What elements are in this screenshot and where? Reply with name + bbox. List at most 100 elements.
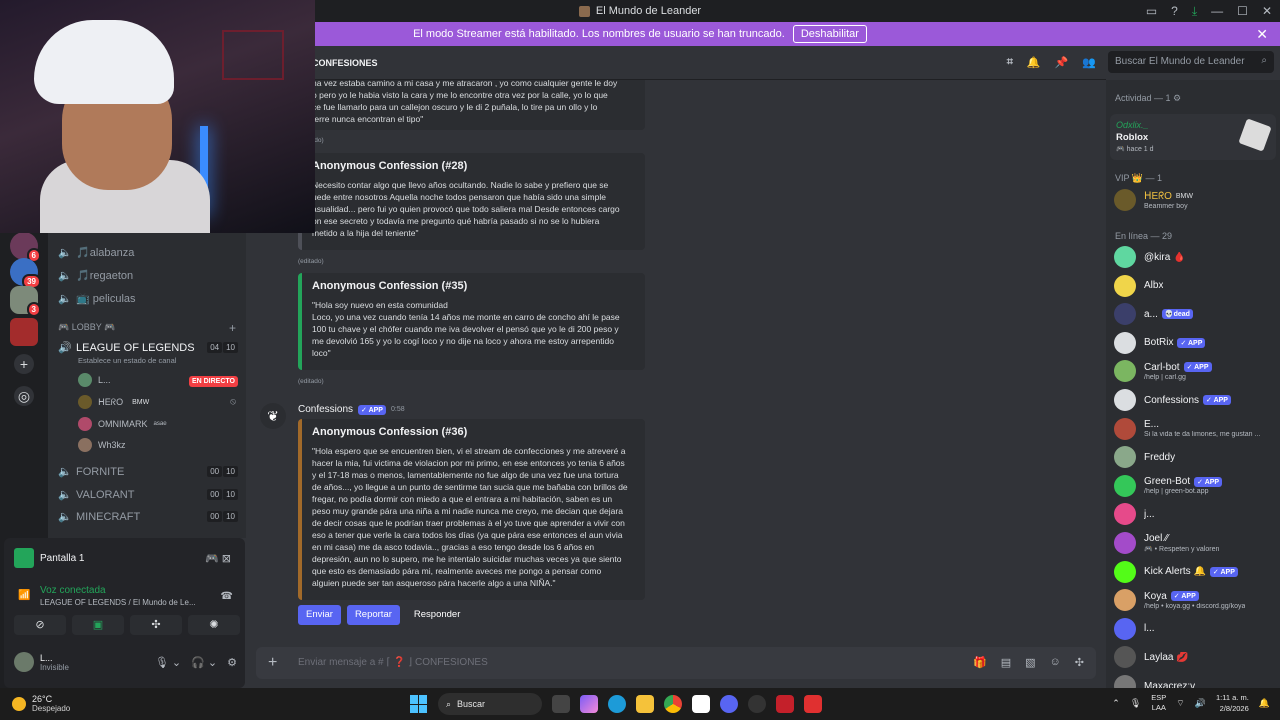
inbox-icon[interactable]: ▭ [1146, 4, 1157, 18]
weather-widget[interactable]: 26°C Despejado [12, 694, 70, 713]
volume-icon[interactable]: 🔊 [1195, 698, 1206, 709]
file-explorer-icon[interactable] [636, 695, 654, 713]
emoji-icon[interactable]: ☺ [1050, 656, 1061, 669]
discord-taskbar-icon[interactable] [720, 695, 738, 713]
member-item[interactable]: Kick Alerts 🔔 ✓ APP [1114, 560, 1276, 583]
channel-minecraft[interactable]: 🔈 MINECRAFT [58, 510, 140, 524]
member-item[interactable]: Koya ✓ APP/help • koya.gg • discord.gg/ko… [1114, 589, 1276, 612]
clock[interactable]: 1:11 a. m. 2/8/2026 [1216, 692, 1249, 714]
member-name: Freddy [1144, 451, 1176, 463]
help-icon[interactable]: ? [1171, 4, 1178, 18]
member-name: ᕼEᖇO [1144, 190, 1172, 202]
search-input[interactable]: Buscar El Mundo de Leander ⌕ [1108, 51, 1274, 73]
member-item[interactable]: Carl-bot ✓ APP/help | carl.gg [1114, 360, 1276, 383]
reply-button[interactable]: Responder [406, 605, 468, 625]
member-list-icon[interactable]: 👥 [1082, 56, 1096, 69]
add-server-icon[interactable]: + [14, 354, 34, 374]
add-attachment-icon[interactable]: + [268, 654, 277, 672]
channel-title: CONFESIONES [312, 57, 378, 68]
channel-alabanza[interactable]: 🔈 🎵alabanza [58, 246, 134, 259]
add-channel-icon[interactable]: + [229, 321, 236, 335]
server-icon-4[interactable] [10, 318, 38, 346]
app-icon[interactable] [776, 695, 794, 713]
channel-valorant[interactable]: 🔈 VALORANT [58, 488, 134, 502]
voice-user[interactable]: ᕼEᖇO BMW [78, 395, 152, 409]
voice-connected-label[interactable]: Voz conectada [40, 585, 106, 596]
headset-icon[interactable]: 🎧 ⌄ [191, 656, 217, 669]
member-item[interactable]: Confessions ✓ APP [1114, 389, 1276, 411]
server-icon-1[interactable]: 6 [10, 232, 41, 263]
edge-icon[interactable] [608, 695, 626, 713]
taskbar-search[interactable]: ⌕ Buscar [438, 693, 542, 715]
channel-league-of-legends[interactable]: 🔊 LEAGUE OF LEGENDS [58, 341, 195, 355]
channel-peliculas[interactable]: 🔈 📺 peliculas [58, 292, 136, 305]
member-item[interactable]: BotRix ✓ APP [1114, 331, 1276, 354]
member-item[interactable]: l... [1114, 617, 1276, 640]
notification-icon[interactable]: 🔔 [1259, 698, 1270, 709]
tray-chevron-icon[interactable]: ⌃ [1112, 698, 1120, 709]
disconnect-icon[interactable]: ☎ [221, 591, 233, 602]
channel-status-hint[interactable]: Establece un estado de canal [78, 356, 176, 365]
author-name[interactable]: Confessions [298, 404, 353, 415]
user-area[interactable]: L... Invisible [14, 652, 69, 672]
member-info: Carl-bot ✓ APP/help | carl.gg [1144, 362, 1212, 381]
channel-fornite[interactable]: 🔈 FORNITE [58, 465, 124, 479]
member-item[interactable]: ᕼEᖇO BMW Beammer boy [1114, 189, 1276, 211]
member-item[interactable]: a... 💀dead [1114, 303, 1276, 326]
screen-share-preview[interactable]: Pantalla 1 [14, 548, 84, 568]
mic-icon[interactable]: 🎙 ⌄ [155, 656, 181, 669]
member-item[interactable]: Laylaa 💋 [1114, 646, 1276, 669]
soundboard-button[interactable]: ✺ [188, 615, 240, 635]
bot-avatar[interactable]: ❦ [260, 403, 286, 429]
banner-close-icon[interactable]: ✕ [1256, 26, 1268, 43]
chrome-icon[interactable] [664, 695, 682, 713]
close-button[interactable]: ✕ [1262, 4, 1272, 18]
gif-icon[interactable]: ▤ [1001, 656, 1011, 669]
voice-user[interactable]: Wh3kz [78, 438, 126, 452]
notification-bell-icon[interactable]: 🔔 [1027, 56, 1041, 69]
task-view-icon[interactable] [552, 695, 570, 713]
member-item[interactable]: Joel ⁄⁄ 🎮 • Respeten y valoren [1114, 532, 1276, 554]
start-button[interactable] [410, 695, 428, 713]
sticker-icon[interactable]: ▧ [1025, 656, 1035, 669]
activity-card[interactable]: Odxlix._ Roblox 🎮 hace 1 d [1110, 114, 1276, 160]
minimize-button[interactable]: — [1211, 4, 1223, 18]
member-item[interactable]: @kira 🩸 [1114, 246, 1276, 268]
camera-off-button[interactable]: ⊘ [14, 615, 66, 635]
member-item[interactable]: E... Si la vida te da limones, me gustan … [1114, 417, 1276, 440]
wifi-icon[interactable]: ⌔ [1176, 698, 1184, 709]
apps-icon[interactable]: ✣ [1075, 656, 1084, 669]
disable-streamer-button[interactable]: Deshabilitar [792, 25, 867, 43]
discover-icon[interactable]: ◎ [14, 386, 34, 406]
channel-regaeton[interactable]: 🔈 🎵regaeton [58, 269, 133, 282]
app-icon[interactable] [804, 695, 822, 713]
member-item[interactable]: Freddy [1114, 446, 1276, 469]
server-icon-current[interactable]: 3 [10, 286, 41, 317]
server-icon-2[interactable]: 39 [10, 258, 41, 289]
gamepad-icon[interactable]: 🎮 ⊠ [205, 552, 231, 565]
member-item[interactable]: Albx [1114, 274, 1276, 297]
copilot-icon[interactable] [580, 695, 598, 713]
download-icon[interactable]: ⤓ [1192, 4, 1197, 19]
voice-user[interactable]: L... [78, 373, 111, 387]
member-item[interactable]: j... [1114, 503, 1276, 526]
message-composer[interactable]: + Enviar mensaje a # ⌈ ❓ ⌋ CONFESIONES 🎁… [256, 647, 1096, 679]
activities-button[interactable]: ✣ [130, 615, 182, 635]
share-screen-button[interactable]: ▣ [72, 615, 124, 635]
capcut-icon[interactable] [692, 695, 710, 713]
mic-icon[interactable]: 🎙 [1130, 698, 1141, 709]
gift-icon[interactable]: 🎁 [973, 656, 987, 669]
maximize-button[interactable]: ☐ [1237, 4, 1248, 18]
member-item[interactable]: Green-Bot ✓ APP/help | green-bot.app [1114, 474, 1276, 497]
send-button[interactable]: Enviar [298, 605, 341, 625]
voice-user[interactable]: OMNIMARK ᵃˢᵃᵉ [78, 417, 167, 431]
report-button[interactable]: Reportar [346, 605, 400, 625]
language-indicator[interactable]: ESP LAA [1151, 693, 1166, 713]
user-limit-value: 10 [223, 466, 238, 477]
pin-icon[interactable]: 📌 [1055, 56, 1069, 69]
obs-icon[interactable] [748, 695, 766, 713]
member-item[interactable]: Maxacrez:v [1114, 675, 1276, 688]
settings-icon[interactable]: ⚙ [227, 656, 237, 669]
category-lobby[interactable]: 🎮 LOBBY 🎮 [58, 322, 115, 333]
threads-icon[interactable]: ⌗ [1007, 56, 1013, 69]
